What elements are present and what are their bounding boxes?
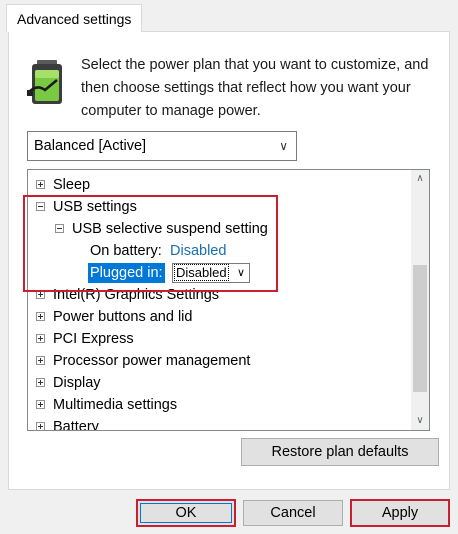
chevron-down-icon: ∨	[236, 267, 245, 279]
vertical-scrollbar[interactable]: ∧ ∨	[411, 170, 429, 430]
tree-item-label: Processor power management	[53, 353, 251, 369]
expand-icon[interactable]	[36, 356, 45, 365]
tree-item-label: Power buttons and lid	[53, 309, 193, 325]
scroll-up-icon[interactable]: ∧	[411, 170, 429, 188]
settings-tree[interactable]: Sleep USB settings USB selective suspend…	[27, 169, 430, 431]
cancel-button[interactable]: Cancel	[243, 500, 343, 526]
collapse-icon[interactable]	[36, 202, 45, 211]
expand-icon[interactable]	[36, 290, 45, 299]
tree-item-label: Battery	[53, 419, 99, 430]
expand-icon[interactable]	[36, 180, 45, 189]
power-plan-select[interactable]: Balanced [Active] ∨	[27, 131, 297, 161]
ok-button-label: OK	[175, 505, 197, 521]
plugged-in-value: Disabled	[174, 264, 229, 281]
expand-icon[interactable]	[36, 334, 45, 343]
settings-tree-content: Sleep USB settings USB selective suspend…	[28, 170, 410, 430]
scroll-down-icon[interactable]: ∨	[411, 412, 429, 430]
collapse-icon[interactable]	[55, 224, 64, 233]
tree-item-label: Multimedia settings	[53, 397, 178, 413]
tree-item-label: Intel(R) Graphics Settings	[53, 287, 220, 303]
on-battery-value[interactable]: Disabled	[170, 240, 226, 262]
expand-icon[interactable]	[36, 400, 45, 409]
on-battery-label: On battery:	[90, 243, 162, 259]
tree-item-label: USB selective suspend setting	[72, 221, 268, 237]
tab-advanced-settings[interactable]: Advanced settings	[6, 4, 143, 32]
tree-item-plugged-in[interactable]: Plugged in: Disabled ∨	[87, 262, 288, 284]
restore-plan-defaults-button[interactable]: Restore plan defaults	[241, 438, 439, 466]
plugged-in-label: Plugged in:	[87, 262, 166, 284]
expand-icon[interactable]	[36, 422, 45, 430]
plugged-in-select[interactable]: Disabled ∨	[172, 263, 250, 283]
scrollbar-thumb[interactable]	[413, 265, 427, 392]
tree-item-label: USB settings	[53, 199, 137, 215]
expand-icon[interactable]	[36, 378, 45, 387]
apply-button[interactable]: Apply	[350, 499, 450, 527]
power-plan-value: Balanced [Active]	[34, 138, 147, 154]
chevron-down-icon: ∨	[279, 139, 288, 153]
tree-item-label: Sleep	[53, 177, 91, 193]
tree-item-label: Display	[53, 375, 101, 391]
advanced-settings-panel: Select the power plan that you want to c…	[8, 31, 450, 490]
expand-icon[interactable]	[36, 312, 45, 321]
battery-power-icon	[27, 60, 62, 104]
tree-item-label: PCI Express	[53, 331, 134, 347]
advanced-settings-dialog: Advanced settings Select the power plan …	[0, 0, 458, 534]
ok-button[interactable]: OK	[136, 499, 236, 527]
description-text: Select the power plan that you want to c…	[81, 57, 429, 119]
